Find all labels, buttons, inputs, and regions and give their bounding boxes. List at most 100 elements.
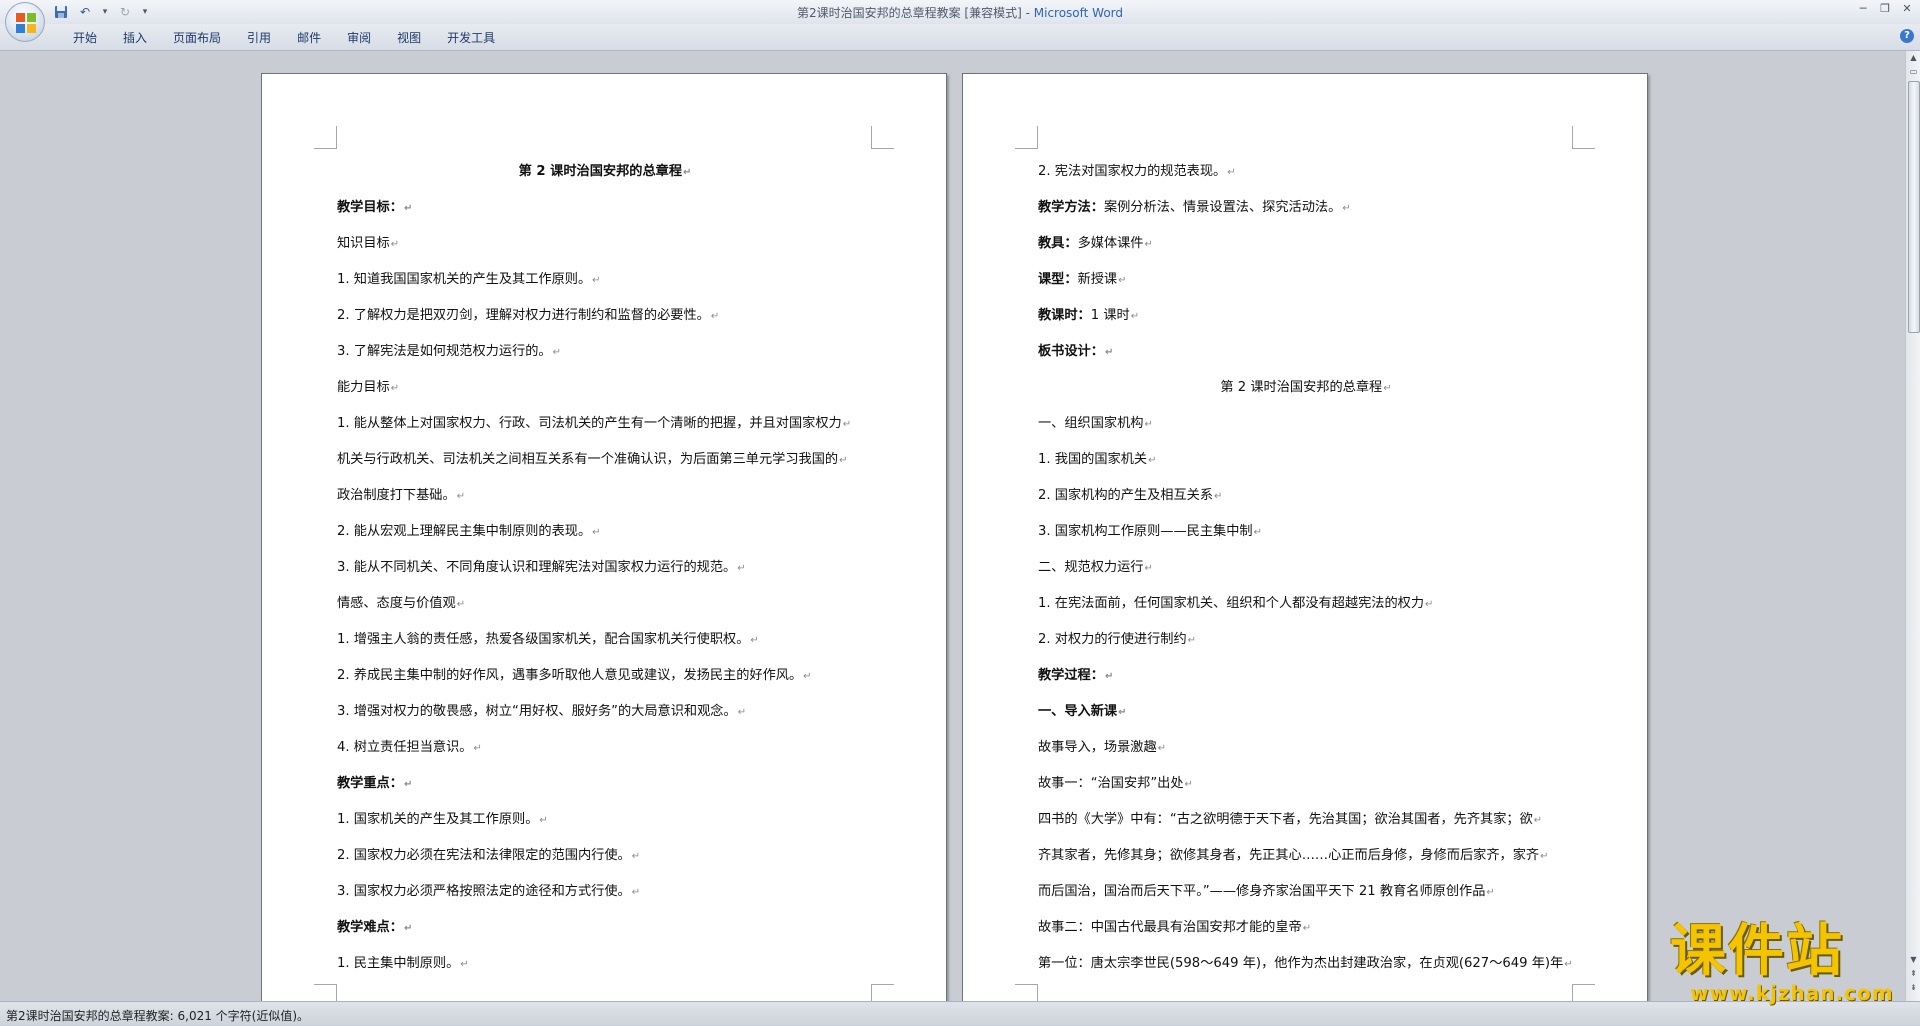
paragraph-mark-icon: ↵ — [473, 743, 482, 754]
window-title: 第2课时治国安邦的总章程教案 [兼容模式] - Microsoft Word — [0, 4, 1920, 21]
line-text: 板书设计： — [1038, 344, 1104, 359]
text-line: 教具：多媒体课件↵ — [1038, 226, 1574, 262]
text-line: 故事导入，场景激趣↵ — [1038, 730, 1574, 766]
line-text: 3. 增强对权力的敬畏感，树立“用好权、服好务”的大局意识和观念。 — [337, 704, 737, 719]
paragraph-mark-icon: ↵ — [1533, 815, 1543, 826]
word-count-status[interactable]: 第2课时治国安邦的总章程教案: 6,021 个字符(近似值)。 — [6, 1007, 309, 1024]
page-2[interactable]: 2. 宪法对国家权力的规范表现。↵ 教学方法：案例分析法、情景设置法、探究活动法。… — [962, 73, 1648, 1001]
text-line: 故事一：“治国安邦”出处↵ — [1038, 766, 1574, 802]
line-text: 3. 国家机构工作原则——民主集中制 — [1038, 524, 1253, 539]
watermark-title: 课件站 — [1670, 919, 1844, 984]
line-text: 教学过程： — [1038, 668, 1104, 683]
text-line: 3. 增强对权力的敬畏感，树立“用好权、服好务”的大局意识和观念。↵ — [337, 694, 873, 730]
line-text: 教学目标： — [337, 200, 403, 215]
text-line: 2. 养成民主集中制的好作风，遇事多听取他人意见或建议，发扬民主的好作风。↵ — [337, 658, 873, 694]
tab-4[interactable]: 邮件 — [284, 29, 334, 47]
paragraph-mark-icon: ↵ — [710, 311, 720, 322]
text-line: 2. 能从宏观上理解民主集中制原则的表现。↵ — [337, 514, 873, 550]
tab-1[interactable]: 插入 — [110, 29, 160, 47]
restore-icon[interactable]: ❐ — [1878, 2, 1892, 16]
line-text: 1 课时 — [1090, 308, 1130, 323]
paragraph-mark-icon: ↵ — [1486, 887, 1495, 898]
line-text: 而后国治，国治而后天下平。”——修身齐家治国平天下 21 教育名师原创作品 — [1038, 884, 1486, 899]
document-title: 第2课时治国安邦的总章程教案 [兼容模式] — [796, 6, 1022, 20]
page-1[interactable]: 第 2 课时治国安邦的总章程↵ 教学目标：↵ 知识目标↵ 1. 知道我国国家机关的产生… — [261, 73, 947, 1001]
vertical-scrollbar[interactable]: ▲ ▭ ▼ ⇞ ⇟ — [1905, 51, 1920, 1001]
paragraph-mark-icon: ↵ — [631, 887, 641, 898]
text-line: 一、组织国家机构↵ — [1038, 406, 1574, 442]
crop-mark — [1015, 984, 1038, 1001]
line-text: 3. 国家权力必须严格按照法定的途径和方式行使。 — [337, 884, 631, 899]
paragraph-mark-icon: ↵ — [1144, 419, 1153, 430]
crop-mark — [1015, 126, 1038, 149]
paragraph-mark-icon: ↵ — [403, 203, 413, 214]
paragraph-mark-icon: ↵ — [403, 779, 413, 790]
text-line: 第 2 课时治国安邦的总章程↵ — [337, 154, 873, 190]
line-text: 二、规范权力运行 — [1038, 560, 1144, 575]
scroll-thumb[interactable] — [1908, 81, 1920, 333]
text-line: 1. 民主集中制原则。↵ — [337, 946, 873, 982]
text-line: 1. 能从整体上对国家权力、行政、司法机关的产生有一个清晰的把握，并且对国家权力… — [337, 406, 873, 442]
paragraph-mark-icon: ↵ — [592, 275, 601, 286]
text-line: 教学方法：案例分析法、情景设置法、探究活动法。↵ — [1038, 190, 1574, 226]
text-line: 2. 宪法对国家权力的规范表现。↵ — [1038, 154, 1574, 190]
minimize-icon[interactable]: ─ — [1856, 2, 1870, 16]
line-text: 机关与行政机关、司法机关之间相互关系有一个准确认识，为后面第三单元学习我国的 — [337, 452, 839, 467]
page-2-text: 2. 宪法对国家权力的规范表现。↵ 教学方法：案例分析法、情景设置法、探究活动法。… — [1038, 154, 1574, 982]
text-line: 2. 对权力的行使进行制约↵ — [1038, 622, 1574, 658]
text-line: 教课时：1 课时↵ — [1038, 298, 1574, 334]
help-icon[interactable]: ? — [1900, 29, 1914, 43]
ribbon-tabs-bar: 开始 插入 页面布局 引用 邮件 审阅 视图 开发工具 ? — [0, 24, 1920, 51]
text-line: 板书设计：↵ — [1038, 334, 1574, 370]
crop-mark — [1572, 126, 1595, 149]
paragraph-mark-icon: ↵ — [737, 563, 746, 574]
paragraph-mark-icon: ↵ — [842, 419, 852, 430]
text-line: 四书的《大学》中有：“古之欲明德于天下者，先治其国；欲治其国者，先齐其家；欲↵ — [1038, 802, 1574, 838]
paragraph-mark-icon: ↵ — [1144, 239, 1153, 250]
paragraph-mark-icon: ↵ — [1104, 347, 1114, 358]
paragraph-mark-icon: ↵ — [750, 635, 759, 646]
paragraph-mark-icon: ↵ — [552, 347, 561, 358]
paragraph-mark-icon: ↵ — [1157, 743, 1167, 754]
text-line: 教学难点：↵ — [337, 910, 873, 946]
line-text: 1. 国家机关的产生及其工作原则。 — [337, 812, 539, 827]
paragraph-mark-icon: ↵ — [539, 815, 548, 826]
paragraph-mark-icon: ↵ — [1130, 311, 1140, 322]
line-text: 情感、态度与价值观 — [337, 596, 456, 611]
document-area[interactable]: 第 2 课时治国安邦的总章程↵ 教学目标：↵ 知识目标↵ 1. 知道我国国家机关的产生… — [0, 51, 1905, 1001]
text-line: 而后国治，国治而后天下平。”——修身齐家治国平天下 21 教育名师原创作品↵ — [1038, 874, 1574, 910]
tab-2[interactable]: 页面布局 — [160, 29, 234, 47]
tab-7[interactable]: 开发工具 — [434, 29, 508, 47]
text-line: 1. 在宪法面前，任何国家机关、组织和个人都没有超越宪法的权力↵ — [1038, 586, 1574, 622]
paragraph-mark-icon: ↵ — [390, 239, 400, 250]
ruler-toggle-icon[interactable]: ▭ — [1907, 65, 1920, 79]
tab-6[interactable]: 视图 — [384, 29, 434, 47]
line-text: 多媒体课件 — [1077, 236, 1144, 251]
tab-5[interactable]: 审阅 — [334, 29, 384, 47]
paragraph-mark-icon: ↵ — [1564, 959, 1573, 970]
text-line: 2. 了解权力是把双刃剑，理解对权力进行制约和监督的必要性。↵ — [337, 298, 873, 334]
text-line: 3. 了解宪法是如何规范权力运行的。↵ — [337, 334, 873, 370]
paragraph-mark-icon: ↵ — [1118, 707, 1127, 718]
line-label: 教课时： — [1038, 308, 1091, 323]
text-line: 齐其家者，先修其身；欲修其身者，先正其心……心正而后身修，身修而后家齐，家齐↵ — [1038, 838, 1574, 874]
text-line: 机关与行政机关、司法机关之间相互关系有一个准确认识，为后面第三单元学习我国的↵ — [337, 442, 873, 478]
line-text: 4. 树立责任担当意识。 — [337, 740, 473, 755]
text-line: 教学过程：↵ — [1038, 658, 1574, 694]
scroll-up-icon[interactable]: ▲ — [1907, 51, 1920, 65]
text-line: 一、导入新课↵ — [1038, 694, 1574, 730]
line-text: 教学重点： — [337, 776, 403, 791]
crop-mark — [871, 984, 894, 1001]
paragraph-mark-icon: ↵ — [1425, 599, 1434, 610]
close-icon[interactable]: ✕ — [1900, 2, 1914, 16]
line-text: 能力目标 — [337, 380, 390, 395]
paragraph-mark-icon: ↵ — [1302, 923, 1312, 934]
text-line: 教学重点：↵ — [337, 766, 873, 802]
office-button[interactable] — [5, 2, 45, 42]
line-text: 四书的《大学》中有：“古之欲明德于天下者，先治其国；欲治其国者，先齐其家；欲 — [1038, 812, 1533, 827]
line-label: 课型： — [1038, 272, 1078, 287]
paragraph-mark-icon: ↵ — [1144, 563, 1153, 574]
tab-3[interactable]: 引用 — [234, 29, 284, 47]
line-text: 1. 增强主人翁的责任感，热爱各级国家机关，配合国家机关行使职权。 — [337, 632, 750, 647]
tab-0[interactable]: 开始 — [60, 29, 110, 47]
